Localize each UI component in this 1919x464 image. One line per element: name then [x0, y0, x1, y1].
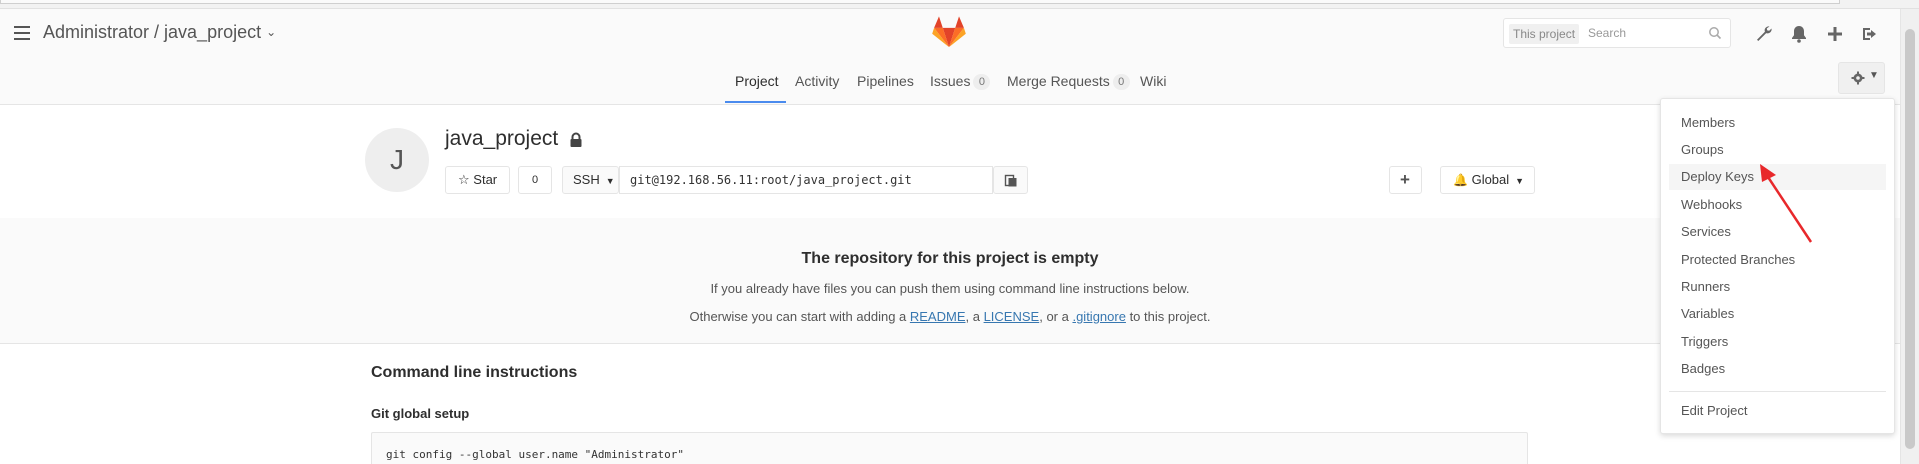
protocol-label: SSH [573, 172, 600, 187]
clone-protocol-dropdown[interactable]: SSH ▼ [562, 166, 619, 194]
clipboard-icon [1004, 174, 1017, 187]
gitlab-logo-icon[interactable] [932, 15, 966, 49]
menu-item-members[interactable]: Members [1661, 110, 1894, 136]
tab-pipelines[interactable]: Pipelines [857, 73, 914, 89]
menu-item-edit-project[interactable]: Edit Project [1661, 398, 1894, 424]
line2-sep1: , a [965, 309, 984, 324]
license-link[interactable]: LICENSE [984, 309, 1040, 324]
tab-wiki[interactable]: Wiki [1140, 73, 1166, 89]
star-button[interactable]: ☆ Star [445, 166, 510, 194]
hamburger-menu-icon[interactable] [14, 26, 30, 40]
git-global-setup-title: Git global setup [371, 406, 470, 421]
gear-icon [1851, 71, 1865, 85]
menu-item-protected-branches[interactable]: Protected Branches [1661, 247, 1894, 273]
search-scope-label: This project [1509, 24, 1580, 44]
search-input[interactable]: Search [1588, 26, 1626, 40]
active-tab-underline [725, 101, 786, 103]
empty-repo-line2: Otherwise you can start with adding a RE… [0, 309, 1900, 324]
empty-repo-title: The repository for this project is empty [801, 250, 1099, 267]
caret-down-icon: ▼ [1515, 176, 1525, 186]
line2-suffix: to this project. [1125, 309, 1211, 324]
tab-merge-requests-label[interactable]: Merge Requests [1007, 73, 1110, 89]
settings-dropdown-menu: Members Groups Deploy Keys Webhooks Serv… [1660, 98, 1895, 434]
project-avatar: J [365, 128, 429, 192]
menu-item-runners[interactable]: Runners [1661, 274, 1894, 300]
search-box[interactable]: This project Search [1503, 18, 1731, 48]
empty-repo-line1: If you already have files you can push t… [710, 281, 1190, 296]
tab-issues-label[interactable]: Issues [930, 73, 970, 89]
issues-count-badge: 0 [973, 74, 991, 90]
code-block: git config --global user.name "Administr… [371, 432, 1528, 464]
tab-merge-requests[interactable]: Merge Requests 0 [1007, 73, 1130, 90]
menu-divider [1669, 391, 1886, 392]
tab-project[interactable]: Project [735, 73, 779, 89]
star-icon: ☆ [458, 172, 470, 187]
line2-prefix: Otherwise you can start with adding a [689, 309, 910, 324]
search-icon [1709, 27, 1722, 40]
bell-icon: 🔔 [1453, 173, 1468, 187]
annotation-arrow-icon [1760, 164, 1813, 243]
chevron-down-icon[interactable]: ⌄ [266, 25, 276, 39]
notification-level-label: Global [1471, 172, 1510, 187]
page-scrollbar[interactable] [1900, 9, 1919, 464]
scrollbar-thumb[interactable] [1905, 29, 1915, 449]
menu-item-variables[interactable]: Variables [1661, 301, 1894, 327]
star-count: 0 [518, 166, 552, 194]
breadcrumb[interactable]: Administrator / java_project ⌄ [43, 22, 276, 43]
browser-tab-edge [0, 0, 1840, 4]
top-header: Administrator / java_project ⌄ This proje… [0, 9, 1900, 61]
breadcrumb-text[interactable]: Administrator / java_project [43, 22, 261, 42]
tab-activity[interactable]: Activity [795, 73, 839, 89]
readme-link[interactable]: README [910, 309, 966, 324]
caret-down-icon: ▼ [1869, 70, 1879, 81]
bell-icon[interactable] [1789, 24, 1809, 44]
caret-down-icon: ▼ [605, 176, 615, 186]
command-line-title: Command line instructions [371, 364, 578, 381]
code-line: git config --global user.name "Administr… [386, 448, 685, 461]
empty-repo-section: The repository for this project is empty… [0, 218, 1900, 344]
menu-item-badges[interactable]: Badges [1661, 356, 1894, 382]
copy-url-button[interactable] [993, 166, 1028, 194]
add-new-button[interactable]: + [1389, 166, 1422, 194]
settings-gear-button[interactable]: ▼ [1838, 62, 1885, 94]
notification-level-dropdown[interactable]: 🔔 Global ▼ [1440, 166, 1535, 194]
merge-requests-count-badge: 0 [1112, 74, 1130, 90]
plus-icon: + [1400, 170, 1410, 189]
line2-sep2: , or a [1039, 309, 1073, 324]
menu-item-triggers[interactable]: Triggers [1661, 329, 1894, 355]
wrench-icon[interactable] [1754, 24, 1774, 44]
lock-icon [570, 132, 582, 147]
project-title: java_project [445, 127, 559, 150]
gitignore-link[interactable]: .gitignore [1072, 309, 1125, 324]
star-label: Star [473, 172, 498, 187]
plus-icon[interactable] [1825, 24, 1845, 44]
project-subnav: Project Activity Pipelines Issues 0 Merge… [0, 61, 1900, 105]
tab-issues[interactable]: Issues 0 [930, 73, 991, 90]
clone-url-field[interactable]: git@192.168.56.11:root/java_project.git [619, 166, 993, 194]
browser-top-strip [0, 0, 1919, 9]
sign-out-icon[interactable] [1860, 24, 1880, 44]
